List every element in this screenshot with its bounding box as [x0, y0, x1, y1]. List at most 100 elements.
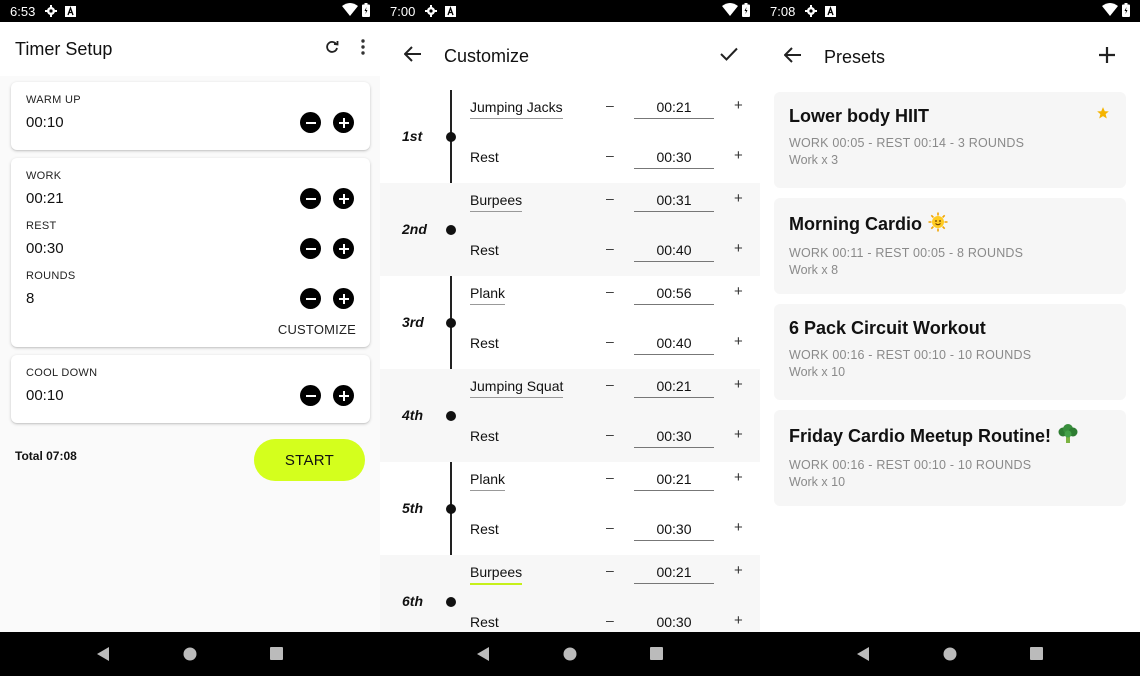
increment-button[interactable]: +	[734, 562, 743, 579]
decrement-button[interactable]: –	[606, 240, 614, 256]
round-label: 5th	[402, 500, 423, 516]
rest-time-input[interactable]: 00:30	[634, 428, 714, 448]
decrement-button[interactable]: –	[606, 333, 614, 349]
rest-time-input[interactable]: 00:40	[634, 242, 714, 262]
page-title: Presets	[824, 46, 886, 67]
preset-card[interactable]: 6 Pack Circuit Workout WORK 00:16 - REST…	[774, 304, 1126, 400]
preset-card[interactable]: Morning Cardio WORK 00:11 - REST 00:05 -…	[774, 198, 1126, 294]
exercise-time-input[interactable]: 00:31	[634, 192, 714, 212]
add-icon[interactable]	[1098, 46, 1116, 69]
page-title: Timer Setup	[15, 38, 113, 59]
status-bar: 6:53	[0, 0, 380, 22]
increment-button[interactable]: +	[734, 283, 743, 300]
work-plus-button[interactable]	[333, 188, 354, 209]
preset-title: Lower body HIIT	[789, 106, 930, 126]
nav-home-icon[interactable]	[558, 642, 582, 666]
exercise-name[interactable]: Plank	[470, 471, 506, 491]
decrement-button[interactable]: –	[606, 612, 614, 628]
gear-icon	[425, 5, 438, 17]
increment-button[interactable]: +	[734, 97, 743, 114]
warmup-minus-button[interactable]	[300, 112, 321, 133]
back-arrow-icon[interactable]	[783, 46, 802, 68]
decrement-button[interactable]: –	[606, 562, 614, 578]
exercise-row: Plank – 00:56 +	[470, 280, 745, 310]
exercise-time-input[interactable]: 00:21	[634, 378, 714, 398]
exercise-name[interactable]: Burpees	[470, 192, 523, 212]
increment-button[interactable]: +	[734, 333, 743, 350]
nav-back-icon[interactable]	[91, 642, 115, 666]
cooldown-plus-button[interactable]	[333, 385, 354, 406]
customize-button[interactable]: CUSTOMIZE	[25, 316, 356, 339]
decrement-button[interactable]: –	[606, 426, 614, 442]
increment-button[interactable]: +	[734, 469, 743, 486]
rest-minus-button[interactable]	[300, 238, 321, 259]
increment-button[interactable]: +	[734, 519, 743, 536]
preset-work-count: Work x 10	[789, 365, 846, 379]
warmup-plus-button[interactable]	[333, 112, 354, 133]
cooldown-minus-button[interactable]	[300, 385, 321, 406]
more-vert-icon[interactable]	[361, 38, 365, 60]
increment-button[interactable]: +	[734, 426, 743, 443]
exercise-row: Burpees – 00:21 +	[470, 559, 745, 589]
round-label: 6th	[402, 593, 423, 609]
preset-card[interactable]: Lower body HIIT WORK 00:05 - REST 00:14 …	[774, 92, 1126, 188]
preset-work-count: Work x 3	[789, 153, 839, 167]
nav-recents-icon[interactable]	[1025, 642, 1049, 666]
decrement-button[interactable]: –	[606, 97, 614, 113]
interval-card: WORK 00:21 REST 00:30 ROUNDS 8 CUSTOMIZE	[11, 158, 370, 347]
increment-button[interactable]: +	[734, 190, 743, 207]
round-item: 1st Jumping Jacks – 00:21 + Rest – 00:30…	[380, 90, 760, 183]
nav-home-icon[interactable]	[178, 642, 202, 666]
decrement-button[interactable]: –	[606, 376, 614, 392]
rounds-plus-button[interactable]	[333, 288, 354, 309]
rest-time-input[interactable]: 00:40	[634, 335, 714, 355]
nav-home-icon[interactable]	[938, 642, 962, 666]
nav-back-icon[interactable]	[471, 642, 495, 666]
decrement-button[interactable]: –	[606, 283, 614, 299]
timeline-dot	[446, 597, 456, 607]
cooldown-card: COOL DOWN 00:10	[11, 355, 370, 423]
footer: Total 07:08 START	[0, 431, 380, 481]
nav-back-icon[interactable]	[851, 642, 875, 666]
decrement-button[interactable]: –	[606, 469, 614, 485]
nav-recents-icon[interactable]	[265, 642, 289, 666]
increment-button[interactable]: +	[734, 240, 743, 257]
round-item: 5th Plank – 00:21 + Rest – 00:30 +	[380, 462, 760, 555]
refresh-icon[interactable]	[325, 40, 339, 59]
decrement-button[interactable]: –	[606, 147, 614, 163]
check-icon[interactable]	[720, 47, 738, 66]
exercise-name[interactable]: Burpees	[470, 564, 523, 585]
cooldown-label: COOL DOWN	[26, 367, 98, 379]
exercise-time-input[interactable]: 00:56	[634, 285, 714, 305]
exercise-name[interactable]: Jumping Squat	[470, 378, 564, 398]
warmup-row: WARM UP 00:10	[25, 90, 356, 140]
decrement-button[interactable]: –	[606, 190, 614, 206]
preset-title: 6 Pack Circuit Workout	[789, 318, 986, 338]
exercise-time-input[interactable]: 00:21	[634, 99, 714, 119]
rest-plus-button[interactable]	[333, 238, 354, 259]
increment-button[interactable]: +	[734, 612, 743, 629]
back-arrow-icon[interactable]	[403, 45, 422, 67]
exercise-name[interactable]: Jumping Jacks	[470, 99, 563, 119]
exercise-name[interactable]: Plank	[470, 285, 506, 305]
nav-recents-icon[interactable]	[645, 642, 669, 666]
preset-summary: WORK 00:05 - REST 00:14 - 3 ROUNDS	[789, 136, 1025, 150]
status-bar: 7:00	[380, 0, 760, 22]
rest-row: Rest – 00:30 +	[470, 516, 745, 546]
rest-time-input[interactable]: 00:30	[634, 521, 714, 541]
start-button[interactable]: START	[254, 439, 365, 481]
preset-card[interactable]: Friday Cardio Meetup Routine! WORK 00:16…	[774, 410, 1126, 506]
rest-time-input[interactable]: 00:30	[634, 149, 714, 169]
system-nav-bar	[760, 632, 1140, 676]
increment-button[interactable]: +	[734, 376, 743, 393]
exercise-time-input[interactable]: 00:21	[634, 564, 714, 584]
rest-time-input[interactable]: 00:30	[634, 614, 714, 634]
work-minus-button[interactable]	[300, 188, 321, 209]
decrement-button[interactable]: –	[606, 519, 614, 535]
rounds-minus-button[interactable]	[300, 288, 321, 309]
round-item: 4th Jumping Squat – 00:21 + Rest – 00:30…	[380, 369, 760, 462]
status-bar: 7:08	[760, 0, 1140, 22]
increment-button[interactable]: +	[734, 147, 743, 164]
exercise-time-input[interactable]: 00:21	[634, 471, 714, 491]
star-icon[interactable]	[1096, 106, 1110, 125]
